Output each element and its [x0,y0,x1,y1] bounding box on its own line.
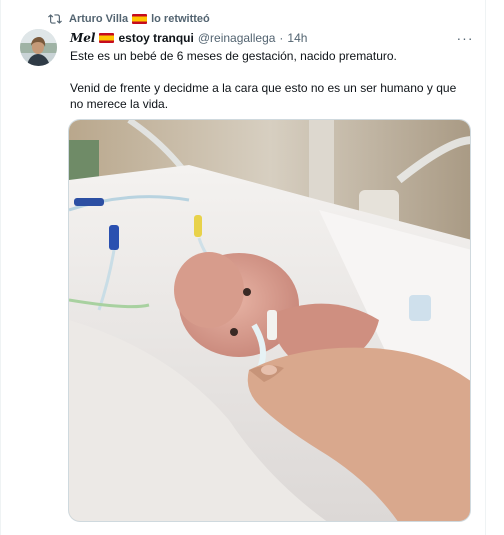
avatar[interactable] [20,29,57,66]
more-options-icon[interactable]: ··· [456,30,474,46]
photo-premature-baby [69,120,470,521]
retweet-suffix: lo retwitteó [151,13,210,25]
tweet-actions [68,528,471,535]
spain-flag-icon [132,14,148,24]
tweet-text-line: Venid de frente y decidme a la cara que … [70,81,457,111]
tweet-header: Mel estoy tranqui @reinagallega · 14h [70,29,307,47]
tweet-text-line: Este es un bebé de 6 meses de gestación,… [70,49,397,63]
retweet-user[interactable]: Arturo Villa [69,13,128,25]
display-name-extra[interactable]: estoy tranqui [118,31,193,45]
tweet-photo[interactable] [68,119,471,522]
user-handle[interactable]: @reinagallega [198,31,276,45]
timestamp[interactable]: 14h [287,31,307,45]
tweet-card[interactable]: Arturo Villa lo retwitteó Mel estoy tran… [0,0,486,535]
retweet-icon [48,14,62,24]
retweet-context: Arturo Villa lo retwitteó [48,11,210,27]
separator-dot: · [279,31,284,45]
display-name[interactable]: Mel [70,31,95,45]
spain-flag-icon [99,33,115,43]
tweet-text: Este es un bebé de 6 meses de gestación,… [70,48,470,112]
